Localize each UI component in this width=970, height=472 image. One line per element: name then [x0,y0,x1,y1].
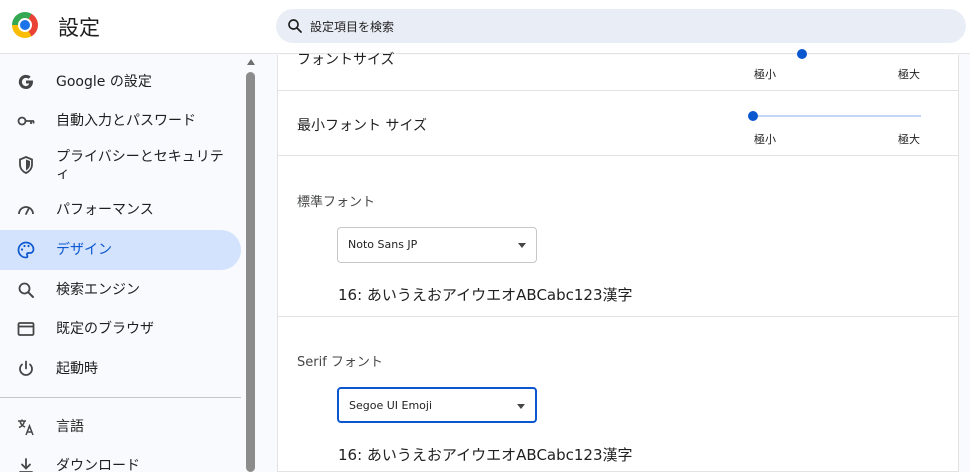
minimum-font-size-label: 最小フォント サイズ [297,118,428,134]
standard-font-select[interactable]: Noto Sans JP [337,227,537,263]
google-g-icon [18,74,33,90]
sidebar-item-google-settings[interactable]: Google の設定 [0,62,241,102]
sidebar-item-performance[interactable]: パフォーマンス [0,190,241,230]
sidebar-item-label: ダウンロード [56,458,140,472]
serif-font-sample-text: 16: あいうえおアイウエオABCabc123漢字 [338,446,633,464]
minimum-font-size-min-label: 極小 [754,133,776,146]
power-icon [19,360,33,376]
search-placeholder: 設定項目を検索 [310,20,395,34]
sidebar-item-languages[interactable]: 言語 [0,407,241,447]
sidebar-item-label: プライバシーとセキュリティ [56,149,224,182]
sidebar-item-privacy[interactable]: プライバシーとセキュリティ [0,141,241,187]
search-icon [18,282,34,298]
font-size-max-label: 極大 [898,68,920,81]
serif-font-select[interactable]: Segoe UI Emoji [337,387,537,423]
search-icon [288,19,302,33]
sidebar-item-appearance[interactable]: デザイン [0,230,241,270]
sidebar-scrollbar-thumb[interactable] [246,72,255,472]
serif-font-label: Serif フォント [297,355,383,370]
search-input[interactable]: 設定項目を検索 [276,9,966,43]
sidebar-divider [0,397,241,398]
key-icon [17,116,35,126]
dropdown-arrow-icon [518,243,526,248]
sidebar-item-label: パフォーマンス [56,202,154,218]
font-size-min-label: 極小 [754,68,776,81]
sidebar-item-autofill[interactable]: 自動入力とパスワード [0,101,241,141]
download-icon [19,458,33,472]
settings-header: 設定 設定項目を検索 [0,0,970,54]
scroll-up-arrow-icon[interactable] [247,59,255,65]
standard-font-label: 標準フォント [297,195,376,210]
font-size-slider-thumb[interactable] [797,49,807,59]
sidebar-item-downloads[interactable]: ダウンロード [0,446,241,472]
standard-font-selected-value: Noto Sans JP [348,238,418,251]
chrome-logo-icon [12,12,38,38]
font-size-label: フォントサイズ [297,52,395,68]
sidebar-item-label: デザイン [56,242,112,258]
dropdown-arrow-icon [517,404,525,409]
sidebar-nav: Google の設定 自動入力とパスワード プライバシーとセキュリティ パフォー… [0,55,256,472]
sidebar-item-search-engine[interactable]: 検索エンジン [0,270,241,310]
sidebar-item-default-browser[interactable]: 既定のブラウザ [0,309,241,349]
minimum-font-size-slider-thumb[interactable] [748,111,758,121]
browser-window-icon [17,322,35,336]
appearance-settings-card: フォントサイズ 極小 極大 最小フォント サイズ 極小 極大 標準フォント No… [277,49,959,472]
sidebar-item-label: 起動時 [56,361,98,377]
row-divider [278,316,958,317]
palette-icon [17,241,35,259]
standard-font-sample-text: 16: あいうえおアイウエオABCabc123漢字 [338,286,633,304]
minimum-font-size-slider[interactable] [753,115,921,117]
row-divider [278,155,958,156]
sidebar-item-on-startup[interactable]: 起動時 [0,349,241,389]
translate-icon [18,419,34,436]
shield-icon [19,156,33,174]
sidebar-item-label: 検索エンジン [56,282,140,298]
row-divider [278,90,958,91]
sidebar-item-label: 既定のブラウザ [56,321,154,337]
page-title: 設定 [58,16,100,40]
speedometer-icon [18,206,34,215]
minimum-font-size-max-label: 極大 [898,133,920,146]
serif-font-selected-value: Segoe UI Emoji [349,399,433,412]
sidebar-item-label: Google の設定 [56,74,152,90]
sidebar-item-label: 自動入力とパスワード [56,113,196,129]
sidebar-item-label: 言語 [56,419,84,435]
